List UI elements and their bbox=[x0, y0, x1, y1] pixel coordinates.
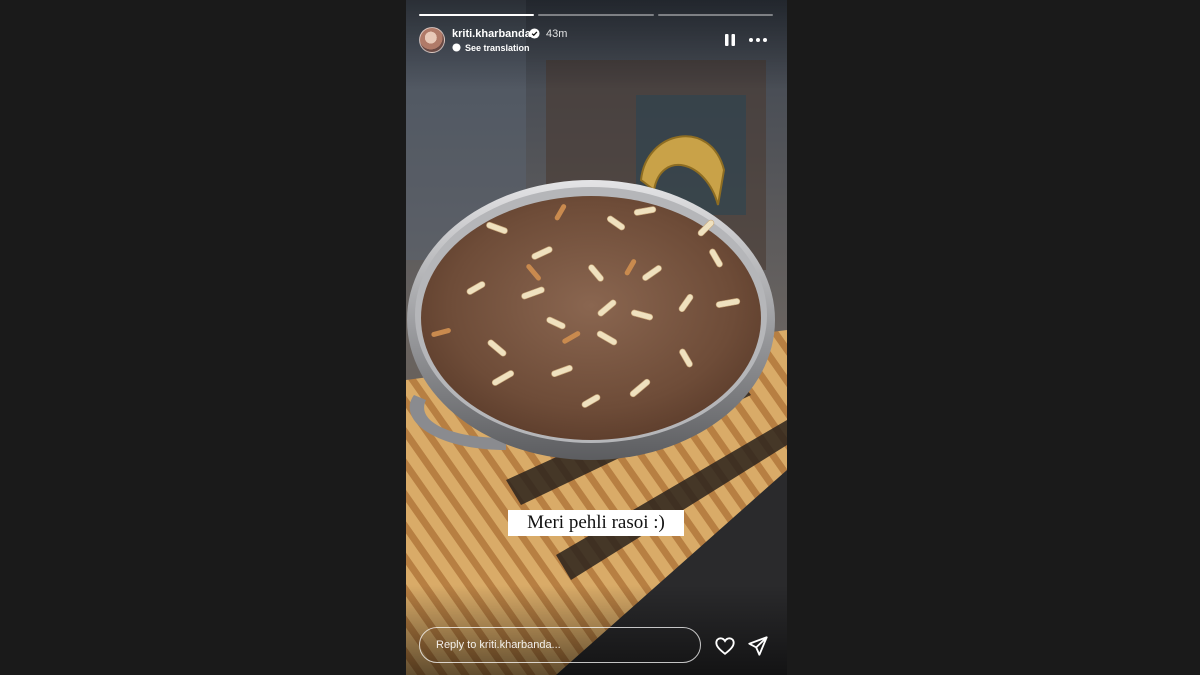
verified-badge-icon bbox=[529, 28, 540, 39]
translation-icon bbox=[452, 43, 461, 52]
story-viewer[interactable]: kriti.kharbanda 43m See translation Meri… bbox=[406, 0, 787, 675]
reply-input[interactable] bbox=[419, 627, 701, 663]
pause-icon[interactable] bbox=[722, 32, 738, 48]
username-link[interactable]: kriti.kharbanda bbox=[452, 27, 531, 41]
more-options-icon[interactable] bbox=[747, 32, 769, 48]
see-translation-link[interactable]: See translation bbox=[465, 42, 530, 54]
heart-icon[interactable] bbox=[714, 635, 736, 657]
story-header: kriti.kharbanda 43m See translation bbox=[419, 27, 773, 55]
story-caption: Meri pehli rasoi :) bbox=[508, 510, 684, 536]
progress-segment bbox=[419, 14, 535, 16]
send-icon[interactable] bbox=[747, 635, 769, 657]
post-time: 43m bbox=[546, 28, 568, 40]
avatar[interactable] bbox=[419, 27, 445, 53]
story-progress-bar bbox=[419, 14, 773, 16]
progress-fill bbox=[419, 14, 535, 16]
progress-segment bbox=[657, 14, 773, 16]
progress-segment bbox=[538, 14, 654, 16]
story-photo bbox=[406, 0, 787, 675]
